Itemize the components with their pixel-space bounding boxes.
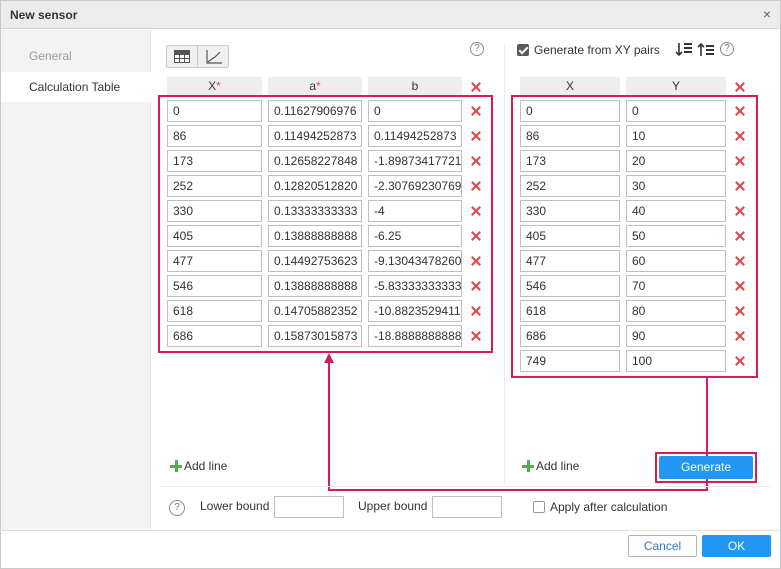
- sort-descending-icon[interactable]: [675, 42, 693, 57]
- add-xy-line-button[interactable]: Add line: [522, 459, 579, 473]
- upper-bound-label: Upper bound: [358, 499, 428, 513]
- table-icon: [174, 50, 190, 63]
- column-header-x: X*: [167, 77, 262, 95]
- sidebar-item-general[interactable]: General: [1, 41, 151, 71]
- required-mark: *: [316, 79, 321, 93]
- table-help-icon[interactable]: ?: [470, 42, 484, 56]
- apply-after-calculation-label: Apply after calculation: [550, 500, 668, 514]
- generate-from-xy-checkbox[interactable]: [517, 44, 529, 56]
- cancel-button[interactable]: Cancel: [628, 535, 697, 557]
- sidebar-item-calculation-table[interactable]: Calculation Table: [1, 72, 151, 102]
- required-mark: *: [216, 79, 221, 93]
- generate-from-xy-row[interactable]: Generate from XY pairs: [517, 43, 660, 57]
- bounds-help-icon[interactable]: ?: [169, 500, 185, 516]
- dialog-title: New sensor: [10, 8, 78, 22]
- delete-all-xy-rows-icon[interactable]: [733, 80, 747, 94]
- upper-bound-input[interactable]: [432, 496, 502, 518]
- apply-after-calculation-row[interactable]: Apply after calculation: [533, 500, 667, 514]
- view-toggle-group: [166, 45, 229, 68]
- ok-button[interactable]: OK: [702, 535, 771, 557]
- bounds-divider: [160, 486, 770, 487]
- table-view-button[interactable]: [167, 46, 198, 67]
- column-header-b: b: [368, 77, 462, 95]
- delete-all-rows-icon[interactable]: [469, 80, 483, 94]
- footer-divider: [0, 530, 779, 531]
- column-header-xy-y: Y: [626, 77, 726, 95]
- highlight-box-result: [158, 95, 493, 353]
- chart-icon: [205, 49, 222, 64]
- generate-from-xy-label: Generate from XY pairs: [534, 43, 660, 57]
- xy-help-icon[interactable]: ?: [720, 42, 734, 56]
- add-line-button[interactable]: Add line: [170, 459, 227, 473]
- generate-button[interactable]: Generate: [659, 456, 753, 479]
- sort-ascending-icon[interactable]: [697, 42, 715, 57]
- plus-icon: [170, 460, 182, 472]
- lower-bound-label: Lower bound: [200, 499, 270, 513]
- sidebar: General Calculation Table: [1, 30, 151, 531]
- apply-after-calculation-checkbox[interactable]: [533, 501, 545, 513]
- column-header-xy-x: X: [520, 77, 620, 95]
- dialog-titlebar: New sensor ×: [1, 1, 780, 29]
- close-icon[interactable]: ×: [763, 6, 771, 22]
- lower-bound-input[interactable]: [274, 496, 344, 518]
- plus-icon: [522, 460, 534, 472]
- highlight-box-source: [511, 95, 758, 378]
- chart-view-button[interactable]: [198, 46, 229, 67]
- column-header-a: a*: [268, 77, 362, 95]
